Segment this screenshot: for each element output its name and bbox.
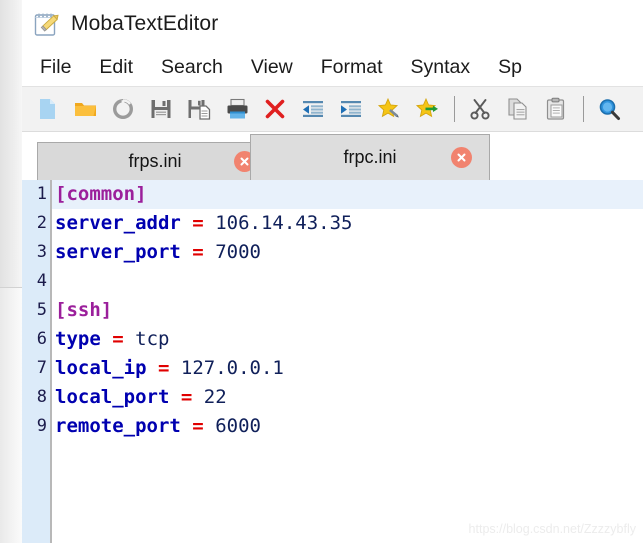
print-icon[interactable] (219, 91, 255, 127)
indent-icon[interactable] (333, 91, 369, 127)
toolbar (22, 86, 643, 132)
code-line[interactable]: remote_port = 6000 (52, 412, 643, 441)
code-line[interactable]: [common] (52, 180, 643, 209)
ini-equals: = (192, 212, 204, 234)
paste-icon[interactable] (538, 91, 574, 127)
outdent-icon[interactable] (295, 91, 331, 127)
tab-frps-ini[interactable]: frps.ini (37, 142, 273, 180)
line-number: 4 (22, 267, 50, 296)
code-line[interactable] (52, 267, 643, 296)
code-line[interactable]: local_ip = 127.0.0.1 (52, 354, 643, 383)
ini-value: tcp (135, 328, 170, 350)
tab-frpc-ini[interactable]: frpc.ini (250, 134, 490, 180)
line-number: 8 (22, 383, 50, 412)
ini-section-header: [ssh] (55, 299, 113, 321)
close-icon[interactable] (451, 147, 472, 168)
watermark: https://blog.csdn.net/Zzzzybfly (468, 522, 636, 536)
reload-icon[interactable] (105, 91, 141, 127)
tab-label: frps.ini (128, 151, 182, 171)
save-icon[interactable] (143, 91, 179, 127)
code-editor[interactable]: [common] server_addr = 106.14.43.35 server… (22, 180, 643, 543)
ini-equals: = (192, 241, 204, 263)
code-line[interactable]: type = tcp (52, 325, 643, 354)
code-line[interactable]: server_addr = 106.14.43.35 (52, 209, 643, 238)
menu-file[interactable]: File (22, 48, 85, 86)
ini-key: local_ip (55, 357, 147, 379)
bookmark-next-icon[interactable] (409, 91, 445, 127)
menu-syntax[interactable]: Syntax (397, 48, 485, 86)
code-line[interactable]: server_port = 7000 (52, 238, 643, 267)
ini-section-header: [common] (55, 183, 147, 205)
ini-value: 106.14.43.35 (215, 212, 353, 234)
menu-view[interactable]: View (237, 48, 307, 86)
outer-frame-sliver-top (0, 0, 22, 288)
copy-icon[interactable] (500, 91, 536, 127)
notepad-pencil-icon (31, 9, 61, 39)
window-title: MobaTextEditor (71, 12, 219, 35)
outer-frame-divider (0, 287, 22, 288)
menu-search[interactable]: Search (147, 48, 237, 86)
ini-key: server_port (55, 241, 181, 263)
menu-bar: File Edit Search View Format Syntax Sp (22, 48, 643, 86)
line-number: 5 (22, 296, 50, 325)
code-line[interactable]: [ssh] (52, 296, 643, 325)
open-folder-icon[interactable] (67, 91, 103, 127)
line-number: 7 (22, 354, 50, 383)
ini-key: server_addr (55, 212, 181, 234)
line-number: 1 (22, 180, 50, 209)
code-content[interactable]: [common] server_addr = 106.14.43.35 server… (52, 180, 643, 543)
menu-special[interactable]: Sp (484, 48, 536, 86)
toolbar-separator-1 (454, 96, 455, 122)
editor-window: MobaTextEditor File Edit Search View For… (22, 0, 643, 543)
ini-value: 22 (203, 386, 227, 408)
find-icon[interactable] (591, 91, 627, 127)
line-number: 2 (22, 209, 50, 238)
line-number: 9 (22, 412, 50, 441)
code-line[interactable]: local_port = 22 (52, 383, 643, 412)
ini-value: 7000 (215, 241, 261, 263)
line-number: 3 (22, 238, 50, 267)
ini-equals: = (192, 415, 204, 437)
ini-key: type (55, 328, 101, 350)
menu-format[interactable]: Format (307, 48, 397, 86)
ini-value: 6000 (215, 415, 261, 437)
outer-frame-sliver (0, 0, 22, 543)
line-number: 6 (22, 325, 50, 354)
app-window: MobaTextEditor File Edit Search View For… (0, 0, 643, 543)
tab-label: frpc.ini (343, 147, 397, 167)
ini-equals: = (157, 357, 170, 379)
cut-icon[interactable] (462, 91, 498, 127)
ini-equals: = (112, 328, 124, 350)
ini-value: 127.0.0.1 (180, 357, 284, 379)
ini-key: remote_port (55, 415, 181, 437)
tab-strip: frps.ini frpc.ini (22, 132, 643, 180)
ini-key: local_port (55, 386, 170, 408)
bookmark-toggle-icon[interactable] (371, 91, 407, 127)
menu-edit[interactable]: Edit (85, 48, 147, 86)
toolbar-separator-2 (583, 96, 584, 122)
close-document-icon[interactable] (257, 91, 293, 127)
title-bar: MobaTextEditor (22, 0, 643, 48)
new-file-icon[interactable] (29, 91, 65, 127)
save-as-icon[interactable] (181, 91, 217, 127)
ini-equals: = (180, 386, 193, 408)
